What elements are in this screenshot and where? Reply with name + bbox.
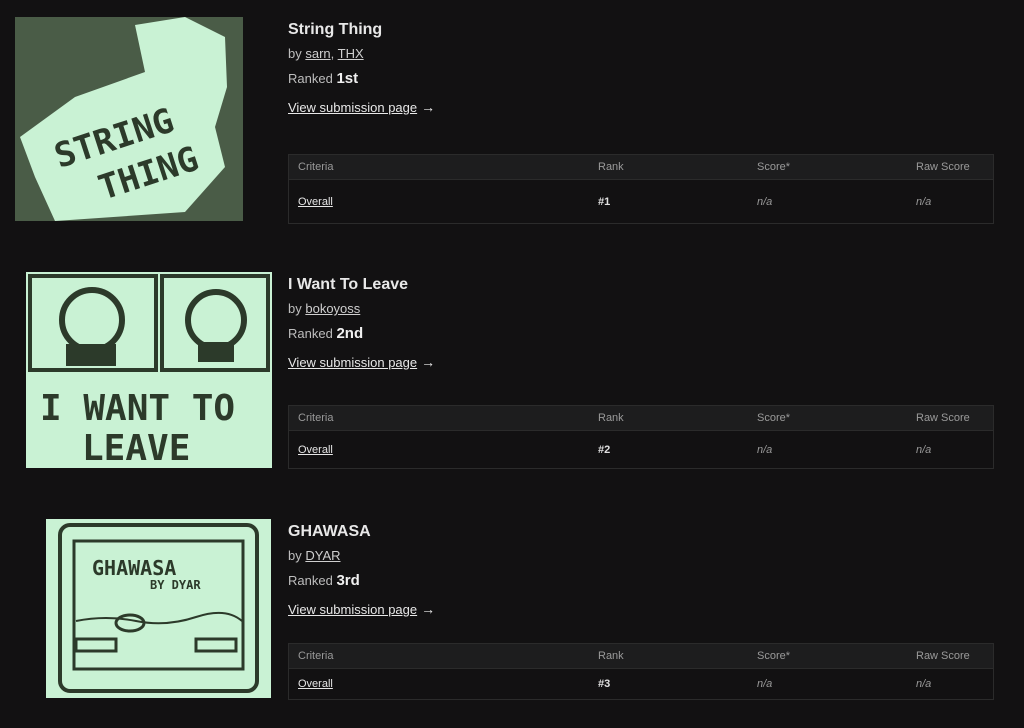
author-link[interactable]: DYAR <box>305 548 340 563</box>
arrow-right-icon: → <box>421 99 436 115</box>
author-link[interactable]: bokoyoss <box>305 301 360 316</box>
table-header-row: Criteria Rank Score* Raw Score <box>288 154 994 180</box>
raw-score-cell: n/a <box>916 195 932 208</box>
svg-text:I WANT TO: I WANT TO <box>40 388 235 429</box>
criteria-link[interactable]: Overall <box>298 196 333 208</box>
table-row: Overall #3 n/a n/a <box>289 669 994 700</box>
raw-score-header: Raw Score <box>907 643 994 669</box>
score-cell: n/a <box>757 678 773 690</box>
ranked-label: Ranked <box>288 573 333 588</box>
score-header: Score* <box>748 405 907 431</box>
raw-score-header: Raw Score <box>907 154 994 180</box>
by-label: by <box>288 301 302 316</box>
view-submission-link[interactable]: View submission page <box>288 602 417 618</box>
score-header: Score* <box>748 154 907 180</box>
ranked-line: Ranked 1st <box>288 70 435 88</box>
view-submission-link[interactable]: View submission page <box>288 100 417 116</box>
arrow-right-icon: → <box>421 354 436 370</box>
score-cell: n/a <box>757 195 773 208</box>
view-submission-link[interactable]: View submission page <box>288 355 417 371</box>
by-label: by <box>288 548 302 563</box>
submission-info: GHAWASA by DYAR Ranked 3rd View submissi… <box>288 522 435 619</box>
score-cell: n/a <box>757 443 773 456</box>
criteria-link[interactable]: Overall <box>298 444 333 456</box>
ranked-label: Ranked <box>288 326 333 341</box>
submission-thumbnail[interactable]: STRING THING <box>15 17 243 221</box>
svg-text:BY DYAR: BY DYAR <box>150 578 201 592</box>
raw-score-cell: n/a <box>916 678 932 690</box>
svg-text:GHAWASA: GHAWASA <box>92 556 176 580</box>
author-link[interactable]: THX <box>338 46 364 61</box>
arrow-right-icon: → <box>421 601 436 617</box>
rank-header: Rank <box>589 643 748 669</box>
svg-text:LEAVE: LEAVE <box>82 428 190 468</box>
submission-title[interactable]: GHAWASA <box>288 522 435 542</box>
submission-title[interactable]: String Thing <box>288 20 435 40</box>
criteria-header: Criteria <box>288 154 589 180</box>
table-header-row: Criteria Rank Score* Raw Score <box>288 643 994 669</box>
submission-info: I Want To Leave by bokoyoss Ranked 2nd V… <box>288 275 435 372</box>
authors-line: by bokoyoss <box>288 301 435 317</box>
score-header: Score* <box>748 643 907 669</box>
by-label: by <box>288 46 302 61</box>
criteria-header: Criteria <box>288 643 589 669</box>
rank-cell: #1 <box>598 195 611 208</box>
criteria-link[interactable]: Overall <box>298 678 333 690</box>
criteria-header: Criteria <box>288 405 589 431</box>
string-thing-cover: STRING THING <box>20 17 227 221</box>
rank-header: Rank <box>589 405 748 431</box>
raw-score-header: Raw Score <box>907 405 994 431</box>
rank-header: Rank <box>589 154 748 180</box>
table-header-row: Criteria Rank Score* Raw Score <box>288 405 994 431</box>
submission-title[interactable]: I Want To Leave <box>288 275 435 295</box>
author-link[interactable]: sarn <box>305 46 330 61</box>
submission-thumbnail[interactable]: GHAWASA BY DYAR <box>46 519 271 698</box>
criteria-table: Criteria Rank Score* Raw Score Overall #… <box>288 405 994 469</box>
criteria-table: Criteria Rank Score* Raw Score Overall #… <box>288 643 994 700</box>
ranked-value: 1st <box>336 70 359 87</box>
ghawasa-cover: GHAWASA BY DYAR <box>46 519 271 698</box>
submission-thumbnail[interactable]: I WANT TO LEAVE <box>26 272 272 468</box>
authors-line: by sarn, THX <box>288 46 364 61</box>
rank-cell: #2 <box>598 443 611 456</box>
ranked-label: Ranked <box>288 71 333 86</box>
table-row: Overall #1 n/a n/a <box>289 180 994 224</box>
i-want-to-leave-cover: I WANT TO LEAVE <box>26 272 272 468</box>
raw-score-cell: n/a <box>916 443 932 456</box>
table-row: Overall #2 n/a n/a <box>289 431 994 469</box>
ranked-line: Ranked 3rd <box>288 572 435 590</box>
ranked-value: 3rd <box>336 572 360 589</box>
authors-line: by DYAR <box>288 548 435 564</box>
criteria-table: Criteria Rank Score* Raw Score Overall #… <box>288 154 994 224</box>
ranked-line: Ranked 2nd <box>288 325 435 343</box>
submission-info: String Thing by sarn, THX Ranked 1st Vie… <box>288 20 435 117</box>
ranked-value: 2nd <box>336 325 364 342</box>
rank-cell: #3 <box>598 678 611 690</box>
